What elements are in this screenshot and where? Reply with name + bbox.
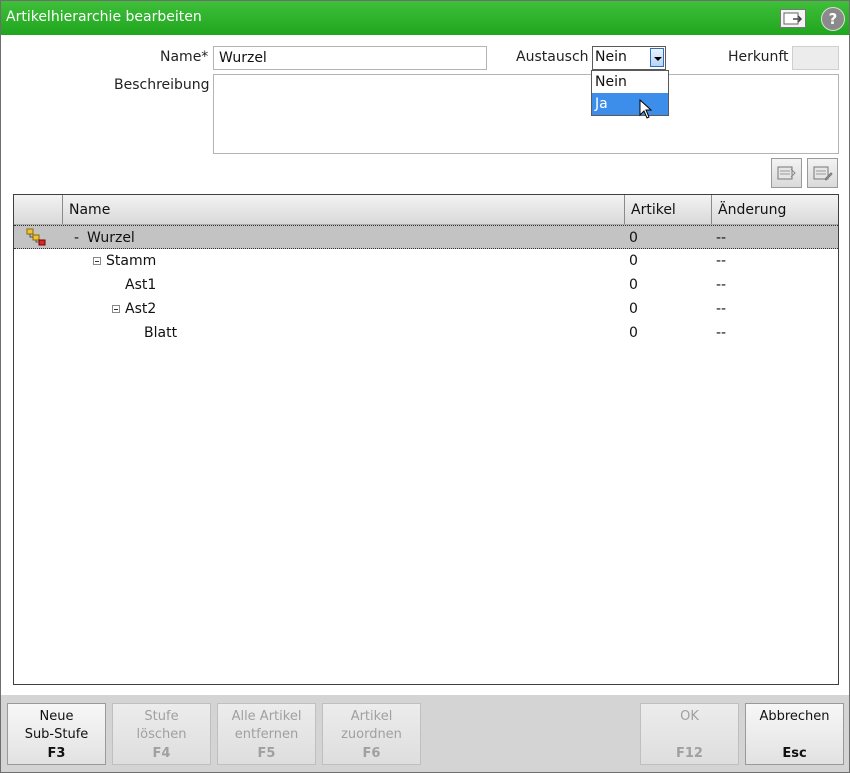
move-down-button[interactable] <box>807 158 838 188</box>
button-shortcut: F6 <box>362 746 381 761</box>
austausch-dropdown-list: Nein Ja <box>591 70 669 116</box>
mouse-cursor-icon <box>639 99 653 119</box>
button-label-line1: Artikel <box>350 709 393 724</box>
row-aenderung: -- <box>716 277 727 293</box>
title-bar: Artikelhierarchie bearbeiten ? <box>1 1 849 35</box>
move-up-button[interactable] <box>771 158 802 188</box>
grid-header: Name Artikel Änderung <box>14 195 838 225</box>
header-aenderung[interactable]: Änderung <box>712 195 838 224</box>
row-aenderung: -- <box>716 230 727 246</box>
austausch-label: Austausch <box>516 49 589 65</box>
row-name: Ast1 <box>125 277 157 293</box>
tree-row[interactable]: - Wurzel 0 -- <box>14 225 838 249</box>
button-label-line1: OK <box>680 709 699 724</box>
tree-collapse-icon[interactable] <box>93 257 101 265</box>
button-label-line2: zuordnen <box>341 727 402 742</box>
row-aenderung: -- <box>716 253 727 269</box>
herkunft-field <box>792 46 839 70</box>
ok-button[interactable]: OK F12 <box>640 703 739 765</box>
austausch-select[interactable]: Nein <box>592 46 666 70</box>
export-icon[interactable] <box>780 9 806 28</box>
window-title: Artikelhierarchie bearbeiten <box>6 9 202 25</box>
beschreibung-textarea[interactable] <box>213 74 839 154</box>
row-artikel: 0 <box>629 277 638 293</box>
austausch-value: Nein <box>595 49 627 65</box>
tree-row[interactable]: Ast2 0 -- <box>14 297 838 321</box>
name-input[interactable]: Wurzel <box>213 46 487 70</box>
button-shortcut: F12 <box>676 746 703 761</box>
button-label-line2: Sub-Stufe <box>24 727 89 742</box>
tree-row[interactable]: Blatt 0 -- <box>14 321 838 345</box>
tree-row[interactable]: Stamm 0 -- <box>14 249 838 273</box>
button-shortcut: Esc <box>782 746 807 761</box>
artikel-zuordnen-button[interactable]: Artikel zuordnen F6 <box>322 703 421 765</box>
hierarchy-icon <box>26 228 46 246</box>
row-artikel: 0 <box>629 230 638 246</box>
row-artikel: 0 <box>629 301 638 317</box>
neue-sub-stufe-button[interactable]: Neue Sub-Stufe F3 <box>7 703 106 765</box>
button-shortcut: F5 <box>257 746 276 761</box>
option-nein[interactable]: Nein <box>592 71 668 93</box>
row-name: Blatt <box>144 325 178 341</box>
tree-collapse-icon[interactable] <box>112 305 120 313</box>
row-aenderung: -- <box>716 301 727 317</box>
button-label-line1: Abbrechen <box>759 709 830 724</box>
help-icon[interactable]: ? <box>821 7 845 31</box>
footer-bar: Neue Sub-Stufe F3 Stufe löschen F4 Alle … <box>1 695 849 772</box>
alle-artikel-entfernen-button[interactable]: Alle Artikel entfernen F5 <box>217 703 316 765</box>
herkunft-label: Herkunft <box>728 49 789 65</box>
option-ja[interactable]: Ja <box>592 93 668 115</box>
stufe-loeschen-button[interactable]: Stufe löschen F4 <box>112 703 211 765</box>
hierarchy-tree-grid[interactable]: Name Artikel Änderung - Wurzel 0 -- Stam… <box>13 194 839 685</box>
button-label-line1: Neue <box>39 709 74 724</box>
header-name[interactable]: Name <box>63 195 625 224</box>
list-export-icon <box>777 166 796 180</box>
row-name: Ast2 <box>125 301 157 317</box>
beschreibung-label: Beschreibung <box>114 77 210 93</box>
button-label-line1: Alle Artikel <box>231 709 302 724</box>
row-name: Wurzel <box>87 230 135 246</box>
button-shortcut: F4 <box>152 746 171 761</box>
header-icon-column <box>14 195 63 224</box>
tree-collapse-icon[interactable]: - <box>74 226 79 250</box>
button-label-line2: entfernen <box>234 727 299 742</box>
chevron-down-icon[interactable] <box>650 48 664 67</box>
name-label: Name* <box>160 49 209 65</box>
row-aenderung: -- <box>716 325 727 341</box>
button-label-line1: Stufe <box>144 709 179 724</box>
dialog-window: Artikelhierarchie bearbeiten ? Name* Wur… <box>0 0 850 773</box>
row-name: Stamm <box>106 253 157 269</box>
button-label-line2: löschen <box>136 727 187 742</box>
tree-row[interactable]: Ast1 0 -- <box>14 273 838 297</box>
abbrechen-button[interactable]: Abbrechen Esc <box>745 703 844 765</box>
row-artikel: 0 <box>629 253 638 269</box>
list-edit-icon <box>813 166 833 181</box>
header-artikel[interactable]: Artikel <box>625 195 712 224</box>
button-shortcut: F3 <box>47 746 66 761</box>
row-artikel: 0 <box>629 325 638 341</box>
